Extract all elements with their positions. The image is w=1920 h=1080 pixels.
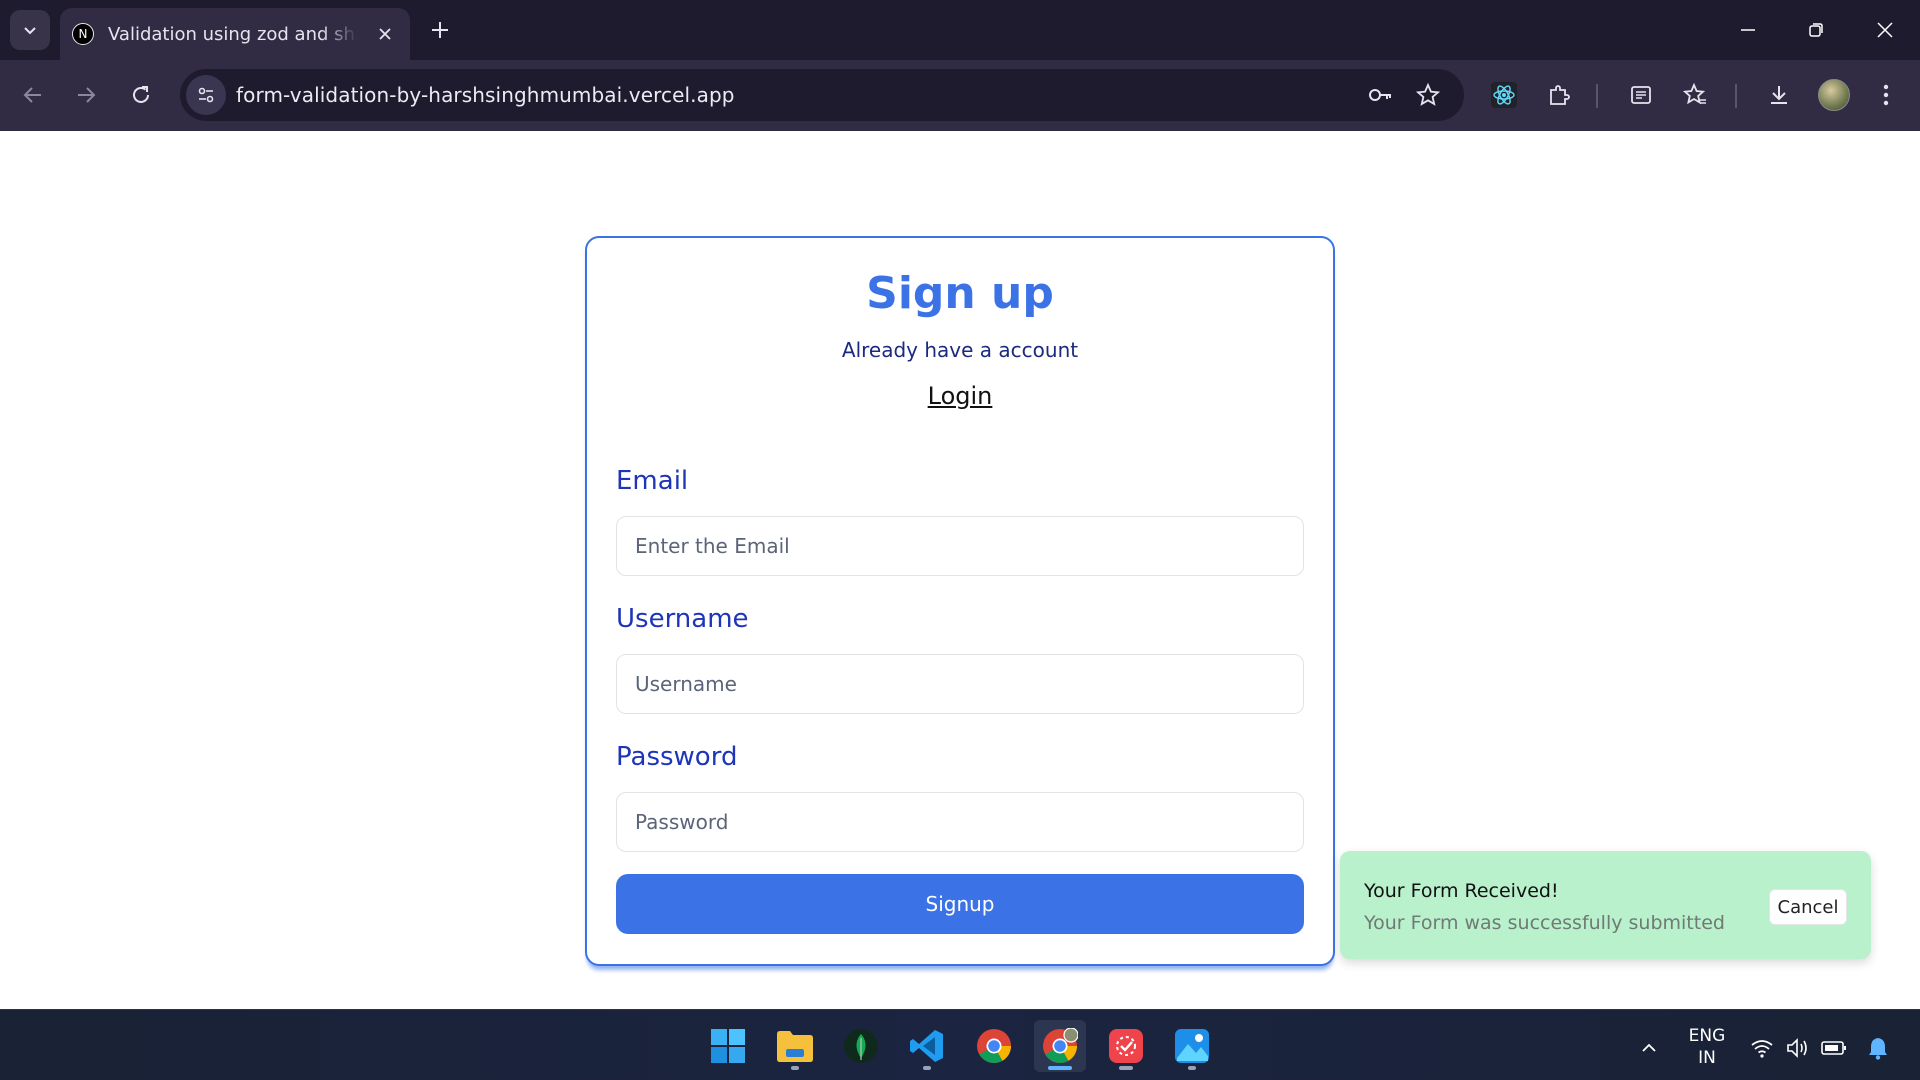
running-indicator bbox=[791, 1066, 799, 1070]
react-devtools-extension[interactable] bbox=[1484, 75, 1524, 115]
windows-logo-icon bbox=[711, 1029, 745, 1063]
new-tab-button[interactable] bbox=[424, 14, 456, 46]
more-vertical-icon bbox=[1883, 84, 1889, 106]
start-button[interactable] bbox=[702, 1020, 754, 1072]
battery-icon bbox=[1821, 1041, 1846, 1055]
downloads-button[interactable] bbox=[1759, 75, 1799, 115]
download-icon bbox=[1771, 86, 1787, 104]
active-indicator bbox=[1048, 1066, 1072, 1070]
star-list-icon bbox=[1683, 83, 1706, 105]
back-button[interactable] bbox=[13, 75, 53, 115]
arrow-right-icon bbox=[78, 87, 96, 103]
react-icon bbox=[1491, 82, 1517, 108]
signup-form-card: Sign up Already have a account Login Ema… bbox=[585, 236, 1335, 966]
taskbar-photos[interactable] bbox=[1166, 1020, 1218, 1072]
close-window-button[interactable] bbox=[1860, 10, 1910, 50]
taskbar-vscode[interactable] bbox=[901, 1020, 953, 1072]
plus-icon bbox=[432, 22, 448, 38]
restore-button[interactable] bbox=[1791, 10, 1841, 50]
chevron-down-icon bbox=[24, 27, 36, 35]
running-indicator bbox=[923, 1066, 931, 1070]
chrome-profile-icon bbox=[1043, 1028, 1078, 1063]
speaker-icon bbox=[1787, 1038, 1807, 1058]
reading-list-icon bbox=[1631, 86, 1651, 104]
toolbar-separator bbox=[1596, 84, 1598, 108]
signup-button[interactable]: Signup bbox=[616, 874, 1304, 934]
minimize-icon bbox=[1741, 29, 1755, 31]
volume-status[interactable] bbox=[1784, 1034, 1812, 1062]
region-code: IN bbox=[1698, 1048, 1716, 1068]
reading-list-button[interactable] bbox=[1621, 75, 1661, 115]
profile-avatar[interactable] bbox=[1818, 79, 1850, 111]
chevron-up-icon bbox=[1642, 1043, 1656, 1052]
wifi-status[interactable] bbox=[1748, 1034, 1776, 1062]
nextjs-favicon-icon: N bbox=[72, 23, 94, 45]
language-indicator[interactable]: ENG IN bbox=[1682, 1025, 1732, 1069]
username-field[interactable] bbox=[616, 654, 1304, 714]
email-field[interactable] bbox=[616, 516, 1304, 576]
language-code: ENG bbox=[1688, 1026, 1726, 1046]
minimize-button[interactable] bbox=[1723, 10, 1773, 50]
folder-icon bbox=[777, 1031, 813, 1062]
toolbar-separator bbox=[1735, 84, 1737, 108]
password-key-button[interactable] bbox=[1360, 75, 1400, 115]
form-title: Sign up bbox=[866, 268, 1054, 319]
taskbar-todo-app[interactable] bbox=[1100, 1020, 1152, 1072]
key-icon bbox=[1369, 89, 1391, 101]
taskbar-chrome-profile[interactable] bbox=[1034, 1020, 1086, 1072]
extensions-button[interactable] bbox=[1539, 75, 1579, 115]
reload-icon bbox=[133, 86, 149, 103]
puzzle-icon bbox=[1550, 85, 1570, 105]
close-icon bbox=[379, 28, 391, 40]
wifi-icon bbox=[1751, 1040, 1773, 1058]
arrow-left-icon bbox=[23, 87, 41, 103]
mongodb-leaf-icon bbox=[844, 1029, 878, 1063]
close-icon bbox=[1877, 22, 1893, 38]
password-field[interactable] bbox=[616, 792, 1304, 852]
battery-status[interactable] bbox=[1820, 1034, 1848, 1062]
browser-tab-bar: N Validation using zod and shadcn bbox=[0, 0, 1920, 60]
email-label: Email bbox=[616, 466, 689, 496]
running-indicator bbox=[1188, 1066, 1196, 1070]
toast-title: Your Form Received! bbox=[1364, 880, 1559, 902]
vscode-icon bbox=[910, 1030, 943, 1062]
address-bar[interactable]: form-validation-by-harshsinghmumbai.verc… bbox=[180, 69, 1464, 121]
tune-icon bbox=[198, 87, 214, 103]
chrome-icon bbox=[977, 1029, 1011, 1063]
reload-button[interactable] bbox=[121, 75, 161, 115]
success-toast: Your Form Received! Your Form was succes… bbox=[1340, 851, 1871, 959]
password-label: Password bbox=[616, 742, 738, 772]
taskbar-chrome[interactable] bbox=[968, 1020, 1020, 1072]
windows-taskbar: ENG IN bbox=[0, 1009, 1920, 1080]
url-text[interactable]: form-validation-by-harshsinghmumbai.verc… bbox=[236, 83, 735, 107]
form-subtitle: Already have a account bbox=[841, 338, 1079, 362]
notifications-button[interactable] bbox=[1864, 1034, 1892, 1062]
running-indicator bbox=[1119, 1066, 1133, 1070]
toast-description: Your Form was successfully submitted bbox=[1364, 912, 1725, 934]
username-label: Username bbox=[616, 604, 749, 634]
tab-close-button[interactable] bbox=[372, 21, 398, 47]
bookmarks-button[interactable] bbox=[1675, 75, 1715, 115]
photos-icon bbox=[1175, 1029, 1209, 1063]
menu-button[interactable] bbox=[1866, 75, 1906, 115]
site-info-button[interactable] bbox=[186, 75, 226, 115]
login-link[interactable]: Login bbox=[587, 382, 1333, 410]
show-hidden-icons-button[interactable] bbox=[1635, 1034, 1663, 1062]
restore-icon bbox=[1809, 23, 1823, 37]
browser-tab[interactable]: N Validation using zod and shadcn bbox=[60, 8, 410, 60]
browser-toolbar: form-validation-by-harshsinghmumbai.verc… bbox=[0, 60, 1920, 131]
forward-button[interactable] bbox=[66, 75, 106, 115]
todo-app-icon bbox=[1109, 1029, 1143, 1063]
taskbar-mongodb-compass[interactable] bbox=[835, 1020, 887, 1072]
taskbar-file-explorer[interactable] bbox=[769, 1020, 821, 1072]
star-icon bbox=[1416, 83, 1440, 106]
bookmark-star-button[interactable] bbox=[1408, 75, 1448, 115]
toast-cancel-button[interactable]: Cancel bbox=[1769, 889, 1847, 925]
bell-icon bbox=[1869, 1038, 1887, 1060]
tab-search-button[interactable] bbox=[10, 10, 50, 50]
tab-title: Validation using zod and shadcn bbox=[108, 23, 358, 45]
